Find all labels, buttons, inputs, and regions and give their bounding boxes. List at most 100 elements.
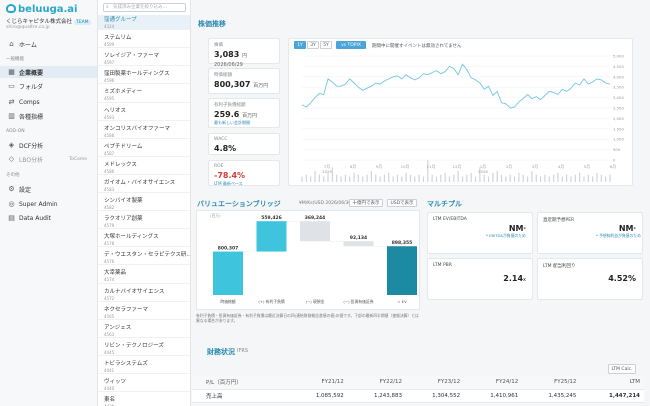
show-usd-button[interactable]: USDで表示 bbox=[387, 199, 417, 207]
company-list-item[interactable]: オンコリスバイオファーマ 4588 bbox=[98, 124, 190, 139]
nav-company-overview[interactable]: ▦ 企業概要 bbox=[0, 66, 97, 78]
kpi-price-label: 株価 bbox=[214, 43, 223, 48]
company-name: トビラシステムズ bbox=[104, 360, 148, 367]
grid-icon: ▦ bbox=[8, 67, 15, 76]
company-list-item[interactable]: リビン・テクノロジーズ 4445 bbox=[98, 341, 190, 356]
financials-header-cell: LTM bbox=[580, 376, 644, 390]
bridge-category-label: (+) 有利子負債 bbox=[258, 299, 285, 304]
volume-bar bbox=[596, 172, 598, 182]
nav-settings[interactable]: ⚙ 設定 bbox=[0, 183, 97, 195]
company-list-item[interactable]: 窪通グループ 4324 bbox=[98, 15, 190, 31]
company-list-item[interactable]: ヘリオス 4593 bbox=[98, 106, 190, 121]
kpi-debt-label: 有利子負債総額 bbox=[214, 103, 246, 108]
company-list-item[interactable]: アンジェス 4563 bbox=[98, 323, 190, 338]
company-code: 4596 bbox=[104, 78, 115, 84]
company-list-item[interactable]: トビラシステムズ 4441 bbox=[98, 359, 190, 375]
kpi-debt-card: 有利子負債総額 259.6 百万円 最も新しい会計期間 bbox=[208, 98, 280, 128]
company-name: カルナバイオサイエンス bbox=[104, 288, 165, 295]
company-list-item[interactable]: シンバイオ製薬 4582 bbox=[98, 196, 190, 212]
nav-indicators[interactable]: ▥ 各種指標 bbox=[0, 110, 97, 122]
volume-bar bbox=[470, 172, 472, 182]
x-tick-label: 12月 bbox=[453, 164, 462, 169]
volume-bar bbox=[505, 176, 507, 182]
financials-header-cell: FY24/12 bbox=[464, 376, 523, 390]
volume-bar bbox=[453, 174, 455, 182]
financials-cell: 1,435,245 bbox=[522, 389, 581, 403]
kpi-wacc-label: WACC bbox=[214, 137, 228, 142]
volume-bar bbox=[370, 171, 373, 182]
company-name: 大塚ホールディングス bbox=[104, 234, 159, 241]
compare-icon: ⇄ bbox=[8, 97, 15, 106]
company-list-item[interactable]: カルナバイオサイエンス 4572 bbox=[98, 287, 190, 302]
volume-bar bbox=[431, 174, 433, 182]
bridge-bar bbox=[300, 221, 330, 242]
kpi-roe-card: ROE -78.4% LTM 最新ベース bbox=[208, 160, 280, 186]
x-tick-label: 9月 bbox=[376, 164, 382, 169]
volume-bar bbox=[388, 172, 390, 182]
kpi-price-card: 株価 3,083 円 2026/06/29 bbox=[208, 38, 280, 68]
y-tick-label: 1,500 bbox=[613, 126, 624, 131]
bridge-value-label: 369,244 bbox=[305, 215, 326, 221]
financials-basis: IFRS bbox=[237, 348, 248, 354]
volume-bar bbox=[401, 176, 403, 182]
financials-header-cell: FY22/12 bbox=[347, 376, 406, 390]
company-list-item[interactable]: ペプチドリーム 4587 bbox=[98, 142, 190, 157]
range-5y-button[interactable]: 5Y bbox=[320, 41, 332, 49]
nav-lbo[interactable]: ◇ LBO分析 ToCome bbox=[0, 153, 97, 165]
financials-cell: 1,410,961 bbox=[464, 389, 523, 403]
volume-bar bbox=[548, 176, 550, 182]
company-list-item[interactable]: ラクオリア創薬 4579 bbox=[98, 214, 190, 230]
nav-folder[interactable]: ▭ フォルダ bbox=[0, 80, 97, 92]
multiple-value-text: NM bbox=[508, 224, 524, 233]
volume-bar bbox=[513, 176, 516, 182]
company-name: オンコリスバイオファーマ bbox=[104, 125, 171, 132]
range-3y-button[interactable]: 3Y bbox=[307, 41, 319, 49]
company-list-item[interactable]: 大幸薬品 4574 bbox=[98, 268, 190, 284]
volume-bar bbox=[557, 172, 559, 182]
multiple-card: LTM PBR 2.14x bbox=[427, 258, 533, 300]
company-list-item[interactable]: 窪田製薬ホールディングス 4596 bbox=[98, 69, 190, 85]
company-list-item[interactable]: ミズホメディー 4595 bbox=[98, 87, 190, 103]
company-list-item[interactable]: ネクセラファーマ 4565 bbox=[98, 305, 190, 320]
ltm-calc-button[interactable]: LTM Calc. bbox=[608, 364, 636, 374]
company-name: アンジェス bbox=[104, 324, 132, 331]
gear-icon: ⚙ bbox=[8, 184, 15, 193]
nav-comps[interactable]: ⇄ Comps bbox=[0, 96, 97, 108]
company-search-input[interactable]: ⌕ 気成済み企業を絞り込み... bbox=[103, 3, 186, 12]
company-code: 4563 bbox=[104, 331, 115, 337]
company-list-item[interactable]: 大塚ホールディングス 4578 bbox=[98, 232, 190, 248]
volume-bar bbox=[331, 167, 333, 182]
volume-bar bbox=[396, 174, 399, 182]
y-tick-label: 4,000 bbox=[613, 74, 624, 79]
sidebar-nav: beluuga.ai くじらキャピタル株式会社 TEAM shiro@qualtr… bbox=[0, 0, 98, 406]
nav-data-audit[interactable]: ▤ Data Audit bbox=[0, 212, 97, 224]
app-logo[interactable]: beluuga.ai bbox=[6, 4, 78, 15]
kpi-roe-value: -78.4% bbox=[214, 171, 246, 180]
financials-cell: 1,243,883 bbox=[347, 389, 406, 403]
company-list-item[interactable]: ソレイジア・ファーマ 4597 bbox=[98, 51, 190, 67]
vs-topix-toggle[interactable]: vs TOPIX bbox=[336, 41, 366, 49]
valuation-footnote: 有利子負債・投資有価証券・有利子負債は最近決算日の四(連結財務報告書値の値)の値… bbox=[196, 313, 419, 323]
financials-header-cell: FY23/12 bbox=[405, 376, 465, 390]
x-tick-label: 6月 bbox=[610, 164, 616, 169]
company-name: シンバイオ製薬 bbox=[104, 198, 143, 204]
nav-dcf[interactable]: ◈ DCF分析 bbox=[0, 139, 97, 151]
kpi-mcap-card: 時価総額 800,307 百万円 bbox=[208, 68, 280, 94]
y-tick-label: 2,500 bbox=[613, 106, 624, 111]
volume-bar bbox=[526, 176, 529, 182]
volume-bar bbox=[383, 174, 386, 182]
company-list-item[interactable]: デ・ウエスタン・セラピテクス研... 4576 bbox=[98, 250, 190, 266]
kpi-roe-sub: LTM 最新ベース bbox=[214, 181, 243, 186]
company-list-item[interactable]: ガイオム・バイオサイエンス 4583 bbox=[98, 178, 190, 194]
volume-bar bbox=[600, 174, 602, 182]
company-list-item[interactable]: ステムリム 4599 bbox=[98, 33, 190, 49]
company-list-item[interactable]: 東名4439 bbox=[98, 395, 190, 406]
company-list-item[interactable]: メドレックス 4586 bbox=[98, 160, 190, 175]
nav-super-admin[interactable]: ◎ Super Admin bbox=[0, 198, 97, 210]
company-list-item[interactable]: ヴィッツ 4440 bbox=[98, 377, 190, 393]
nav-home[interactable]: ⌂ ホーム bbox=[0, 38, 97, 50]
show-billion-button[interactable]: 十億円で表示 bbox=[349, 199, 383, 207]
range-1y-button[interactable]: 1Y bbox=[294, 41, 306, 49]
company-code: 4576 bbox=[104, 259, 115, 265]
company-code: 4572 bbox=[104, 295, 115, 301]
